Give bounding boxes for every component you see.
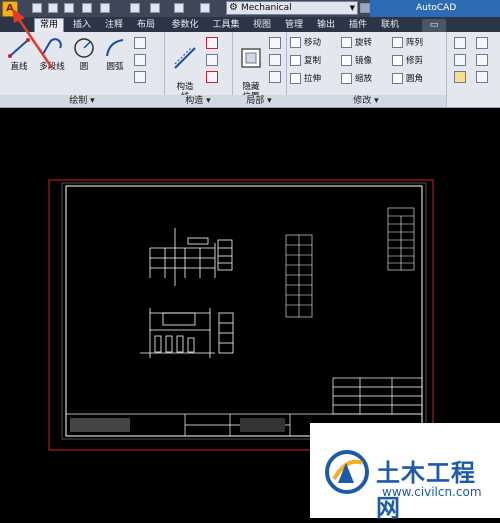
tab-manage[interactable]: 管理 xyxy=(282,19,306,32)
copy-icon xyxy=(290,55,301,66)
tab-plugins[interactable]: 插件 xyxy=(346,19,370,32)
tab-online[interactable]: 联机 xyxy=(378,19,402,32)
workspace-label: Mechanical xyxy=(241,3,292,13)
array-icon xyxy=(392,37,403,48)
workspace-select[interactable]: ⚙ Mechanical ▼ xyxy=(226,1,358,15)
move-button[interactable]: 移动 xyxy=(290,36,321,50)
layer-settings-icon[interactable] xyxy=(476,54,488,66)
pointer-arrow xyxy=(12,8,54,69)
arc-icon xyxy=(106,39,124,57)
detail-tool-icon-3[interactable] xyxy=(269,71,281,83)
undo-icon[interactable] xyxy=(150,3,160,13)
tab-parametric[interactable]: 参数化 xyxy=(168,19,202,32)
plot-icon[interactable] xyxy=(130,3,140,13)
tab-insert[interactable]: 插入 xyxy=(70,19,94,32)
workspace-icon[interactable] xyxy=(200,3,210,13)
layer-isolate-icon[interactable] xyxy=(476,71,488,83)
rotate-label: 旋转 xyxy=(355,38,373,48)
rotate-icon xyxy=(341,37,352,48)
mirror-button[interactable]: 镜像 xyxy=(341,54,372,68)
fillet-button[interactable]: 圆角 xyxy=(392,72,423,86)
stretch-icon xyxy=(290,73,301,84)
panel-modify-label[interactable]: 修改 ▾ xyxy=(286,95,446,107)
move-icon xyxy=(290,37,301,48)
ribbon: 直线 多段线 圆 圆弧 绘制 ▾ 构造 线 构造 ▾ 隐藏 xyxy=(0,32,500,108)
redo-icon[interactable] xyxy=(174,3,184,13)
centerline-icon[interactable] xyxy=(206,54,218,66)
panel-layers xyxy=(446,32,500,107)
tab-toolsets[interactable]: 工具集 xyxy=(210,19,242,32)
arc-button[interactable]: 圆弧 xyxy=(100,36,130,72)
window-title: AutoCAD Mechanic xyxy=(370,0,500,30)
hatch-icon[interactable] xyxy=(134,54,146,66)
point-icon[interactable] xyxy=(206,37,218,49)
panel-draw-label[interactable]: 绘制 ▾ xyxy=(0,95,164,107)
array-button[interactable]: 阵列 xyxy=(392,36,423,50)
gradient-icon[interactable] xyxy=(134,71,146,83)
circle-icon xyxy=(74,38,94,58)
copy-button[interactable]: 复制 xyxy=(290,54,321,68)
scale-icon xyxy=(341,73,352,84)
fillet-label: 圆角 xyxy=(406,74,424,84)
chevron-down-icon: ▼ xyxy=(349,4,355,12)
scale-label: 缩放 xyxy=(355,74,373,84)
scale-button[interactable]: 缩放 xyxy=(341,72,372,86)
hide-position-icon xyxy=(241,48,261,68)
construction-line-button[interactable]: 构造 线 xyxy=(168,36,202,102)
rotate-button[interactable]: 旋转 xyxy=(341,36,372,50)
title-block-blur xyxy=(70,418,130,432)
drawing-frame xyxy=(65,185,423,437)
arc-label: 圆弧 xyxy=(106,62,124,72)
panel-construct: 构造 线 构造 ▾ xyxy=(164,32,233,107)
quick-access-toolbar: A ⚙ Mechanical ▼ AutoCAD Mechanic xyxy=(0,0,500,30)
light-bulb-icon[interactable] xyxy=(454,71,466,83)
array-label: 阵列 xyxy=(406,38,424,48)
panel-construct-label[interactable]: 构造 ▾ xyxy=(164,95,232,107)
tab-view[interactable]: 视图 xyxy=(250,19,274,32)
layer-match-icon[interactable] xyxy=(454,54,466,66)
save-as-icon[interactable] xyxy=(82,3,92,13)
panel-detail-label[interactable]: 局部 ▾ xyxy=(232,95,286,107)
layer-properties-icon[interactable] xyxy=(454,37,466,49)
panel-modify: 移动 旋转 阵列 复制 镜像 修剪 拉伸 缩放 圆角 修改 ▾ xyxy=(286,32,447,107)
trim-icon xyxy=(392,55,403,66)
hide-position-button[interactable]: 隐藏 位置 xyxy=(236,36,266,102)
watermark-url: www.civilcn.com xyxy=(382,485,482,499)
mirror-icon xyxy=(341,55,352,66)
tab-output[interactable]: 输出 xyxy=(314,19,338,32)
trim-label: 修剪 xyxy=(406,56,424,66)
layer-state-icon[interactable] xyxy=(476,37,488,49)
rectangle-icon[interactable] xyxy=(134,37,146,49)
paper-border xyxy=(48,179,434,451)
trim-button[interactable]: 修剪 xyxy=(392,54,423,68)
schematic-lower xyxy=(140,308,234,358)
detail-tool-icon-1[interactable] xyxy=(269,37,281,49)
parts-table-right xyxy=(387,207,415,271)
watermark: 土木工程网 www.civilcn.com xyxy=(310,423,500,522)
publish-icon[interactable] xyxy=(100,3,110,13)
tab-annotate[interactable]: 注释 xyxy=(102,19,126,32)
move-label: 移动 xyxy=(304,38,322,48)
fillet-icon xyxy=(392,73,403,84)
detail-tool-icon-2[interactable] xyxy=(269,54,281,66)
circle-button[interactable]: 圆 xyxy=(70,36,98,72)
title-block-blur-2 xyxy=(240,418,285,432)
copy-label: 复制 xyxy=(304,56,322,66)
watermark-logo xyxy=(325,450,369,494)
ribbon-tab-bar: 常用 插入 注释 布局 参数化 工具集 视图 管理 输出 插件 联机 ▭ xyxy=(0,17,500,33)
construction-line-icon xyxy=(174,47,196,69)
mirror-label: 镜像 xyxy=(355,56,373,66)
circle-label: 圆 xyxy=(79,62,89,72)
tab-layout[interactable]: 布局 xyxy=(134,19,158,32)
parts-table-middle xyxy=(285,234,313,318)
stretch-button[interactable]: 拉伸 xyxy=(290,72,321,86)
gear-icon: ⚙ xyxy=(229,2,238,13)
tab-overflow-icon[interactable]: ▭ xyxy=(422,19,446,32)
stretch-label: 拉伸 xyxy=(304,74,322,84)
delete-icon[interactable] xyxy=(206,71,218,83)
customize-qat-icon[interactable] xyxy=(360,3,370,13)
panel-detail: 隐藏 位置 局部 ▾ xyxy=(232,32,287,107)
schematic-upper xyxy=(149,228,233,286)
